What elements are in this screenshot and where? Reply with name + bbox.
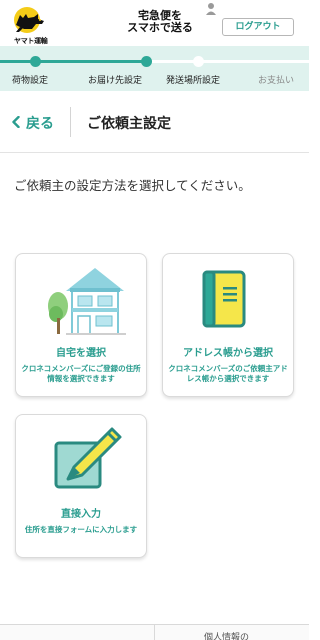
option-card-home[interactable]: 自宅を選択 クロネコメンバーズにご登録の住所情報を選択できます bbox=[15, 253, 147, 397]
privacy-policy-link[interactable]: 個人情報の bbox=[204, 630, 249, 640]
step-label-1: 荷物設定 bbox=[12, 76, 49, 86]
footer: 個人情報の bbox=[0, 624, 309, 640]
logo-text: ヤマト運輸 bbox=[14, 37, 48, 45]
page-title: ご依頼主設定 bbox=[87, 116, 171, 132]
option-desc-address-book: クロネコメンバーズのご依頼主アドレス帳から選択できます bbox=[168, 364, 288, 383]
cat-logo-icon bbox=[14, 7, 44, 33]
app-root: ヤマト運輸 宅急便を スマホで送る ログアウト 荷物設定 お届け先設定 発送場所… bbox=[0, 0, 309, 640]
footer-divider bbox=[154, 625, 155, 640]
house-icon bbox=[48, 268, 126, 335]
option-card-direct-input[interactable]: 直接入力 住所を直接フォームに入力します bbox=[15, 414, 147, 558]
pencil-form-icon bbox=[54, 427, 122, 489]
progress-steps: 荷物設定 お届け先設定 発送場所設定 お支払い bbox=[0, 46, 309, 91]
step-label-4: お支払い bbox=[258, 76, 295, 86]
progress-track-remaining bbox=[146, 60, 309, 63]
step-dot-3 bbox=[193, 56, 204, 67]
page-title-row: 戻る ご依頼主設定 bbox=[0, 91, 309, 153]
option-desc-direct-input: 住所を直接フォームに入力します bbox=[24, 525, 138, 534]
back-label: 戻る bbox=[26, 116, 54, 132]
service-title-line2: スマホで送る bbox=[127, 21, 193, 34]
option-desc-home: クロネコメンバーズにご登録の住所情報を選択できます bbox=[21, 364, 141, 383]
step-label-3: 発送場所設定 bbox=[166, 76, 221, 86]
yamato-logo[interactable]: ヤマト運輸 bbox=[10, 5, 54, 45]
back-button[interactable]: 戻る bbox=[12, 113, 54, 133]
step-dot-2 bbox=[141, 56, 152, 67]
header: ヤマト運輸 宅急便を スマホで送る ログアウト bbox=[0, 0, 309, 46]
user-icon bbox=[206, 3, 216, 15]
chevron-left-icon bbox=[12, 115, 20, 132]
progress-track-done bbox=[0, 60, 146, 63]
step-label-2: お届け先設定 bbox=[88, 76, 143, 86]
option-title-address-book: アドレス帳から選択 bbox=[183, 348, 273, 359]
title-divider bbox=[70, 107, 71, 137]
address-book-icon bbox=[202, 270, 246, 328]
option-card-address-book[interactable]: アドレス帳から選択 クロネコメンバーズのご依頼主アドレス帳から選択できます bbox=[162, 253, 294, 397]
instruction-text: ご依頼主の設定方法を選択してください。 bbox=[14, 178, 251, 193]
service-title: 宅急便を スマホで送る bbox=[112, 10, 208, 34]
option-title-home: 自宅を選択 bbox=[56, 348, 106, 359]
step-dot-1 bbox=[30, 56, 41, 67]
logout-button[interactable]: ログアウト bbox=[222, 18, 294, 36]
option-title-direct-input: 直接入力 bbox=[61, 509, 101, 520]
